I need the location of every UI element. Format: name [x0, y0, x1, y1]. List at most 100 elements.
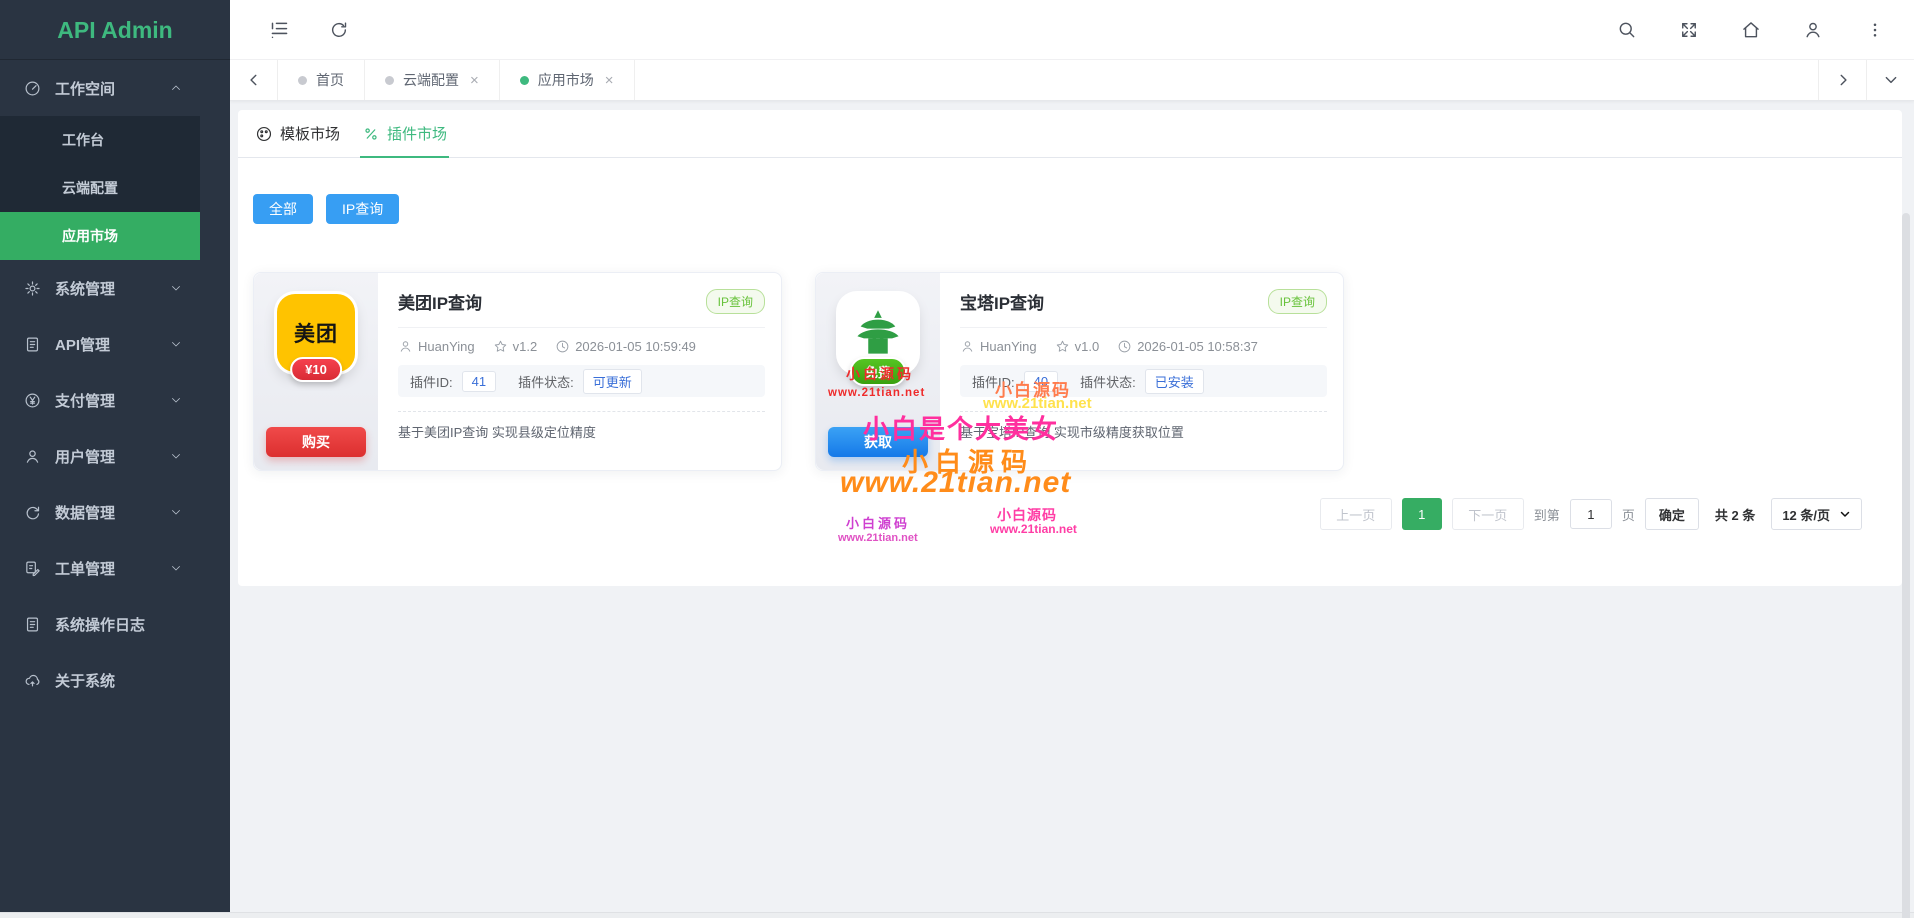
workspace-submenu: 工作台 云端配置 应用市场 [0, 116, 200, 260]
sidebar-item-payment-mgmt[interactable]: 支付管理 [0, 372, 200, 428]
get-button[interactable]: 获取 [828, 427, 928, 457]
sidebar-item-cloud-config[interactable]: 云端配置 [0, 164, 200, 212]
sidebar-item-label: 系统管理 [55, 278, 115, 299]
dashboard-icon [24, 80, 41, 97]
page-size-select[interactable]: 12 条/页 [1771, 498, 1862, 530]
divider [398, 327, 765, 328]
updated-meta: 2026-01-05 10:59:49 [555, 339, 696, 354]
sidebar-item-api-mgmt[interactable]: API管理 [0, 316, 200, 372]
page-tab-label: 应用市场 [538, 70, 594, 90]
page-size-value: 12 条/页 [1782, 505, 1830, 524]
page-tab-home[interactable]: 首页 [278, 60, 365, 100]
plugin-info-bar: 插件ID: 40 插件状态: 已安装 [960, 365, 1327, 397]
plugin-id-label: 插件ID: [972, 372, 1015, 391]
bottom-edge-strip [0, 912, 1914, 918]
price-badge: ¥10 [290, 357, 342, 382]
category-tag[interactable]: IP查询 [1268, 289, 1327, 314]
sidebar-item-label: 系统操作日志 [55, 614, 145, 635]
version-meta: v1.2 [493, 339, 538, 354]
tab-plugin-market[interactable]: 插件市场 [360, 110, 449, 157]
tabs-menu-chevron-icon[interactable] [1866, 60, 1914, 100]
filter-all-button[interactable]: 全部 [253, 194, 313, 224]
gear-icon [24, 280, 41, 297]
user-avatar-icon[interactable] [1800, 17, 1826, 43]
author-icon [398, 339, 413, 354]
version-meta: v1.0 [1055, 339, 1100, 354]
tabs-scroll-left-icon[interactable] [230, 60, 278, 100]
meituan-icon-text: 美团 [294, 318, 338, 348]
author-icon [960, 339, 975, 354]
sidebar-item-label: 支付管理 [55, 390, 115, 411]
topbar-right [1614, 17, 1914, 43]
topbar-left [230, 17, 352, 43]
dashed-divider [398, 411, 765, 412]
tabs-scroll-right-icon[interactable] [1818, 60, 1866, 100]
sidebar-item-ticket-mgmt[interactable]: 工单管理 [0, 540, 200, 596]
plugin-id-label: 插件ID: [410, 372, 453, 391]
plugin-status-label: 插件状态: [1080, 372, 1136, 391]
category-tag[interactable]: IP查询 [706, 289, 765, 314]
category-filters: 全部 IP查询 [253, 194, 1902, 224]
jump-page-input[interactable] [1570, 499, 1612, 529]
plugin-title: 美团IP查询 [398, 289, 482, 314]
sidebar-item-label: API管理 [55, 334, 110, 355]
updated-meta: 2026-01-05 10:58:37 [1117, 339, 1258, 354]
home-icon[interactable] [1738, 17, 1764, 43]
pagination: 上一页 1 下一页 到第 页 确定 共 2 条 12 条/页 [1320, 498, 1862, 530]
page-tab-label: 云端配置 [403, 70, 459, 90]
chevron-down-icon [170, 562, 182, 574]
sidebar-item-label: 数据管理 [55, 502, 115, 523]
fullscreen-icon[interactable] [1676, 17, 1702, 43]
sidebar: API Admin 工作空间 工作台 云端配置 应用市场 [0, 0, 230, 912]
plugin-status-value[interactable]: 可更新 [583, 369, 642, 394]
cloud-upload-icon [24, 672, 41, 689]
divider [960, 327, 1327, 328]
palette-icon [255, 125, 273, 143]
sidebar-item-data-mgmt[interactable]: 数据管理 [0, 484, 200, 540]
tab-template-market[interactable]: 模板市场 [253, 110, 342, 157]
plugin-info-bar: 插件ID: 41 插件状态: 可更新 [398, 365, 765, 397]
plugin-status-value[interactable]: 已安装 [1145, 369, 1204, 394]
sidebar-item-workspace[interactable]: 工作空间 [0, 60, 200, 116]
clock-icon [1117, 339, 1132, 354]
sidebar-collapse-icon[interactable] [266, 17, 292, 43]
tabbar-spacer [635, 60, 1818, 100]
baota-pagoda-icon [852, 307, 904, 359]
plugin-description: 基于宝塔IP查询 实现市级精度获取位置 [960, 422, 1327, 441]
page-tab-app-market[interactable]: 应用市场 × [500, 60, 635, 100]
data-refresh-icon [24, 504, 41, 521]
sidebar-item-user-mgmt[interactable]: 用户管理 [0, 428, 200, 484]
page-tab-cloud-config[interactable]: 云端配置 × [365, 60, 500, 100]
buy-button[interactable]: 购买 [266, 427, 366, 457]
close-icon[interactable]: × [470, 72, 479, 89]
total-count-label: 共 2 条 [1715, 505, 1755, 524]
search-icon[interactable] [1614, 17, 1640, 43]
more-kebab-icon[interactable] [1862, 17, 1888, 43]
tab-dot-active [520, 76, 529, 85]
sidebar-item-label: 用户管理 [55, 446, 115, 467]
free-badge: 免费 [850, 357, 906, 386]
app-logo: API Admin [0, 0, 230, 60]
plugin-id-value: 41 [462, 371, 496, 392]
vertical-scrollbar[interactable] [1902, 213, 1910, 918]
chevron-down-icon [1839, 508, 1851, 520]
plugin-id-value: 40 [1024, 371, 1058, 392]
sidebar-item-workbench[interactable]: 工作台 [0, 116, 200, 164]
sidebar-menu: 工作空间 工作台 云端配置 应用市场 系统管理 [0, 60, 200, 708]
refresh-icon[interactable] [326, 17, 352, 43]
card-body: 宝塔IP查询 IP查询 HuanYing v1.0 [940, 273, 1343, 470]
prev-page-button[interactable]: 上一页 [1320, 498, 1392, 530]
sidebar-item-system-mgmt[interactable]: 系统管理 [0, 260, 200, 316]
confirm-button[interactable]: 确定 [1645, 498, 1699, 530]
chevron-up-icon [170, 82, 182, 94]
sidebar-item-about[interactable]: 关于系统 [0, 652, 200, 708]
sidebar-item-system-logs[interactable]: 系统操作日志 [0, 596, 200, 652]
close-icon[interactable]: × [605, 72, 614, 89]
filter-ip-button[interactable]: IP查询 [326, 194, 399, 224]
sidebar-item-app-market[interactable]: 应用市场 [0, 212, 200, 260]
next-page-button[interactable]: 下一页 [1452, 498, 1524, 530]
jump-suffix-label: 页 [1622, 505, 1635, 524]
card-left-panel: 美团 ¥10 购买 [254, 273, 378, 470]
log-document-icon [24, 616, 41, 633]
page-1-button[interactable]: 1 [1402, 498, 1442, 530]
